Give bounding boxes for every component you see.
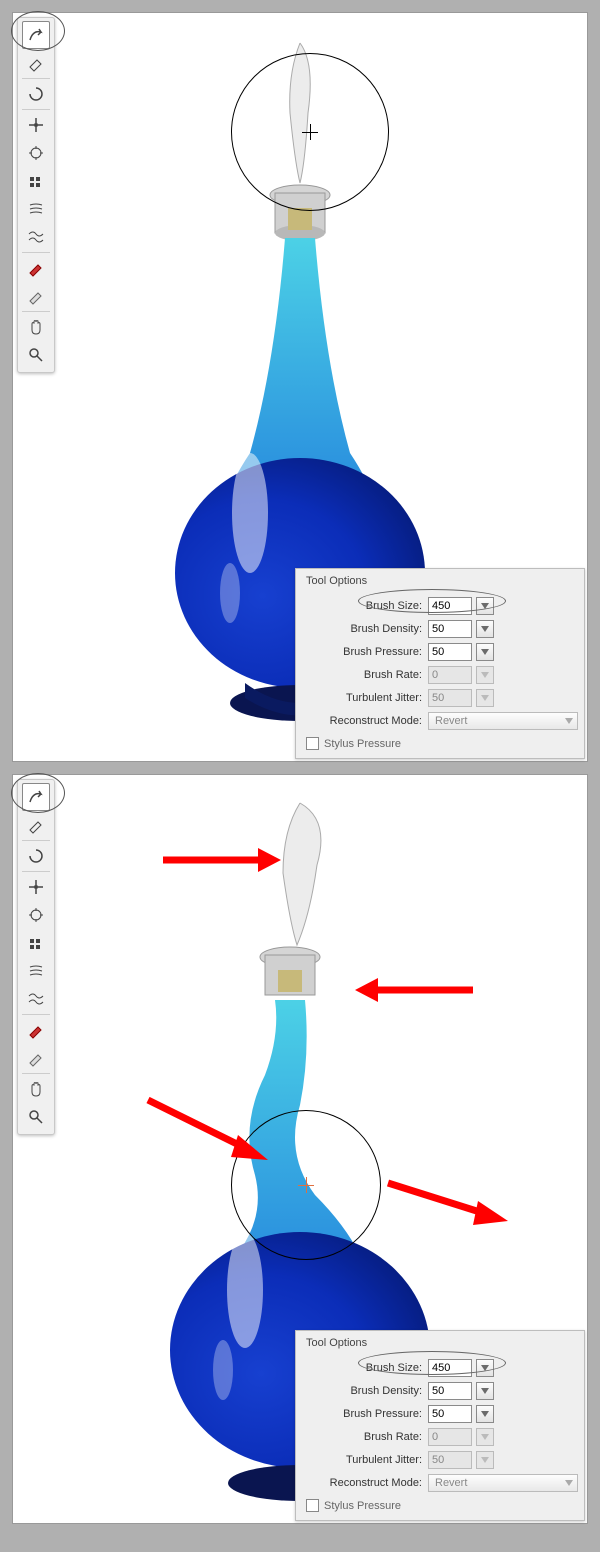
turbulence-tool[interactable]	[22, 985, 50, 1013]
brush-rate-dropdown	[476, 1428, 494, 1446]
freeze-mask-tool[interactable]	[22, 254, 50, 282]
liquify-toolbar	[17, 779, 55, 1135]
brush-rate-label: Brush Rate:	[302, 1431, 424, 1443]
hand-tool[interactable]	[22, 1075, 50, 1103]
reconstruct-mode-value: Revert	[435, 1477, 467, 1489]
turbulent-jitter-input	[428, 1451, 472, 1469]
turbulence-tool[interactable]	[22, 223, 50, 251]
divider	[22, 311, 50, 312]
push-left-tool[interactable]	[22, 929, 50, 957]
divider	[22, 871, 50, 872]
pucker-tool[interactable]	[22, 873, 50, 901]
brush-size-dropdown[interactable]	[476, 597, 494, 615]
brush-size-input[interactable]	[428, 597, 472, 615]
divider	[22, 1014, 50, 1015]
brush-pressure-dropdown[interactable]	[476, 643, 494, 661]
thaw-mask-tool[interactable]	[22, 1044, 50, 1072]
freeze-mask-tool[interactable]	[22, 1016, 50, 1044]
liquify-canvas-1: Tool Options Brush Size: Brush Density: …	[12, 12, 588, 762]
forward-warp-tool[interactable]	[22, 783, 50, 811]
divider	[22, 109, 50, 110]
brush-density-label: Brush Density:	[302, 623, 424, 635]
push-left-tool[interactable]	[22, 167, 50, 195]
twirl-cw-tool[interactable]	[22, 80, 50, 108]
brush-size-label: Brush Size:	[302, 1362, 424, 1374]
reconstruct-mode-label: Reconstruct Mode:	[302, 715, 424, 727]
brush-rate-input	[428, 1428, 472, 1446]
forward-warp-tool[interactable]	[22, 21, 50, 49]
stylus-pressure-label: Stylus Pressure	[324, 1500, 401, 1512]
turbulent-jitter-input	[428, 689, 472, 707]
turbulent-jitter-label: Turbulent Jitter:	[302, 1454, 424, 1466]
stylus-pressure-checkbox[interactable]	[306, 737, 319, 750]
thaw-mask-tool[interactable]	[22, 282, 50, 310]
turbulent-jitter-dropdown	[476, 1451, 494, 1469]
turbulent-jitter-dropdown	[476, 689, 494, 707]
reconstruct-mode-label: Reconstruct Mode:	[302, 1477, 424, 1489]
brush-density-dropdown[interactable]	[476, 620, 494, 638]
zoom-tool[interactable]	[22, 341, 50, 369]
panel-title: Tool Options	[302, 1335, 578, 1355]
brush-rate-label: Brush Rate:	[302, 669, 424, 681]
divider	[22, 1073, 50, 1074]
divider	[22, 840, 50, 841]
brush-pressure-input[interactable]	[428, 643, 472, 661]
panel-title: Tool Options	[302, 573, 578, 593]
bloat-tool[interactable]	[22, 901, 50, 929]
twirl-cw-tool[interactable]	[22, 842, 50, 870]
mirror-tool[interactable]	[22, 957, 50, 985]
brush-density-label: Brush Density:	[302, 1385, 424, 1397]
reconstruct-tool[interactable]	[22, 811, 50, 839]
divider	[22, 78, 50, 79]
brush-size-label: Brush Size:	[302, 600, 424, 612]
brush-size-dropdown[interactable]	[476, 1359, 494, 1377]
brush-rate-dropdown	[476, 666, 494, 684]
pucker-tool[interactable]	[22, 111, 50, 139]
liquify-canvas-2: Tool Options Brush Size: Brush Density: …	[12, 774, 588, 1524]
mirror-tool[interactable]	[22, 195, 50, 223]
brush-density-dropdown[interactable]	[476, 1382, 494, 1400]
stylus-pressure-checkbox[interactable]	[306, 1499, 319, 1512]
reconstruct-mode-select: Revert	[428, 712, 578, 730]
reconstruct-tool[interactable]	[22, 49, 50, 77]
tool-options-panel: Tool Options Brush Size: Brush Density: …	[295, 568, 585, 759]
divider	[22, 252, 50, 253]
liquify-toolbar	[17, 17, 55, 373]
brush-pressure-dropdown[interactable]	[476, 1405, 494, 1423]
reconstruct-mode-select: Revert	[428, 1474, 578, 1492]
bloat-tool[interactable]	[22, 139, 50, 167]
reconstruct-mode-value: Revert	[435, 715, 467, 727]
stylus-pressure-label: Stylus Pressure	[324, 738, 401, 750]
tool-options-panel: Tool Options Brush Size: Brush Density: …	[295, 1330, 585, 1521]
brush-density-input[interactable]	[428, 1382, 472, 1400]
brush-pressure-label: Brush Pressure:	[302, 646, 424, 658]
zoom-tool[interactable]	[22, 1103, 50, 1131]
brush-pressure-input[interactable]	[428, 1405, 472, 1423]
turbulent-jitter-label: Turbulent Jitter:	[302, 692, 424, 704]
hand-tool[interactable]	[22, 313, 50, 341]
brush-density-input[interactable]	[428, 620, 472, 638]
brush-pressure-label: Brush Pressure:	[302, 1408, 424, 1420]
brush-size-input[interactable]	[428, 1359, 472, 1377]
brush-rate-input	[428, 666, 472, 684]
